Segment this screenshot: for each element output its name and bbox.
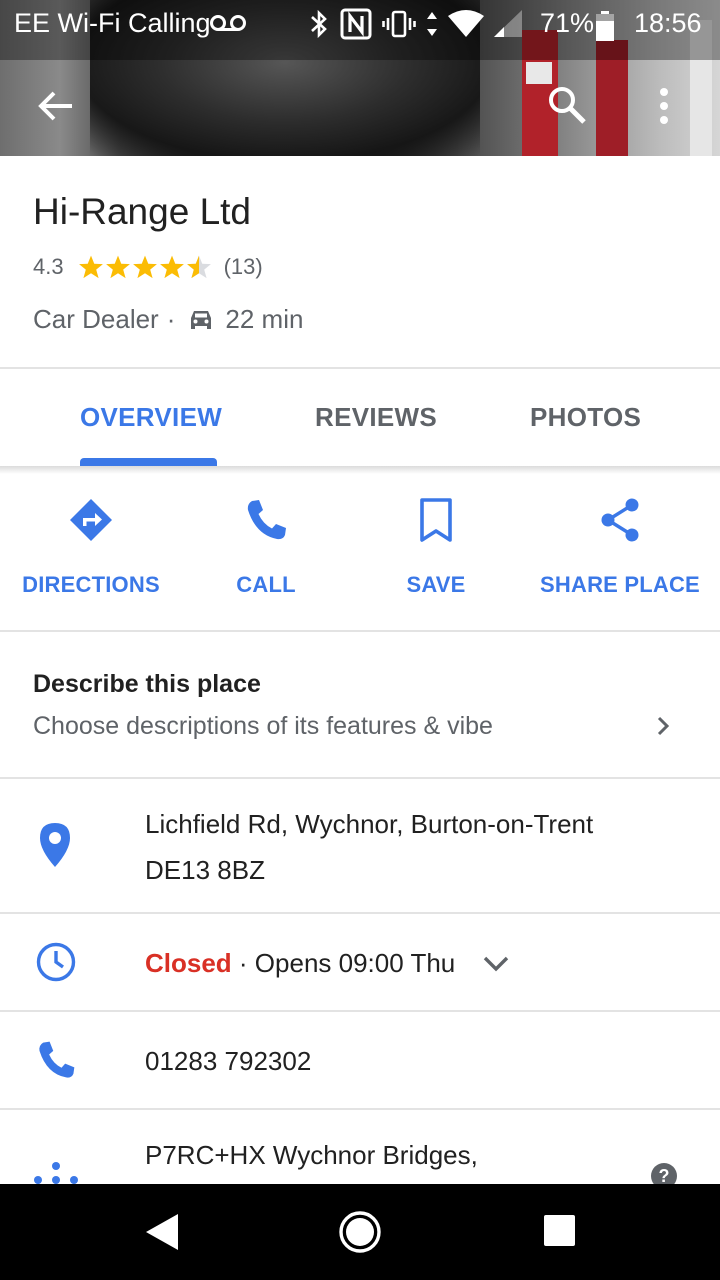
star-rating — [78, 254, 212, 280]
save-label: SAVE — [406, 572, 466, 597]
battery-icon — [596, 11, 614, 41]
drive-time: 22 min — [225, 304, 304, 334]
share-icon — [601, 498, 639, 542]
clock-icon — [36, 942, 76, 982]
wifi-icon — [448, 10, 484, 37]
more-options-icon[interactable] — [652, 86, 676, 126]
nfc-icon — [340, 8, 372, 40]
divider — [0, 367, 720, 369]
hours-status: Closed — [145, 948, 232, 978]
photo-lift-sign — [526, 62, 552, 84]
carrier-label: EE Wi-Fi Calling — [14, 8, 211, 38]
tab-reviews[interactable]: REVIEWS — [315, 402, 437, 433]
rating-value: 4.3 — [33, 254, 64, 279]
star-half-icon — [186, 255, 211, 279]
place-name: Hi-Range Ltd — [33, 191, 252, 232]
category-row: Car Dealer · 22 min — [33, 304, 303, 335]
bookmark-icon — [420, 498, 452, 542]
phone-row[interactable]: 01283 792302 — [0, 1012, 720, 1108]
battery-percent: 71% — [540, 8, 595, 38]
search-icon[interactable] — [546, 84, 588, 126]
data-arrows-icon — [427, 12, 437, 36]
star-icon — [105, 255, 130, 279]
phone-icon — [247, 500, 286, 540]
save-button[interactable]: SAVE — [386, 496, 486, 606]
describe-place-card[interactable]: Describe this place Choose descriptions … — [0, 632, 720, 778]
directions-icon — [70, 499, 112, 541]
chevron-right-icon — [657, 716, 670, 736]
chevron-down-icon[interactable] — [482, 954, 510, 974]
location-pin-icon — [40, 823, 70, 867]
system-nav-bar — [0, 1184, 720, 1280]
call-button[interactable]: CALL — [216, 496, 316, 606]
plus-code-address: P7RC+HX Wychnor Bridges, — [145, 1140, 478, 1170]
plus-code-icon — [34, 1162, 78, 1184]
nav-back-icon[interactable] — [142, 1212, 182, 1252]
back-arrow-icon[interactable] — [36, 86, 76, 126]
separator: · — [166, 304, 176, 334]
tab-bar: OVERVIEW REVIEWS PHOTOS — [0, 370, 720, 466]
plus-code-row[interactable]: P7RC+HX Wychnor Bridges, ? — [0, 1110, 720, 1184]
describe-subtext: Choose descriptions of its features & vi… — [33, 712, 493, 740]
bluetooth-icon — [311, 9, 327, 39]
share-place-label: SHARE PLACE — [540, 572, 700, 597]
signal-icon — [494, 10, 522, 37]
tab-bar-shadow — [0, 466, 720, 474]
car-icon — [191, 310, 212, 329]
review-count: (13) — [223, 254, 263, 279]
rating-row[interactable]: 4.3 (13) — [33, 254, 263, 280]
call-label: CALL — [236, 572, 296, 597]
phone-number: 01283 792302 — [145, 1046, 312, 1076]
phone-icon — [39, 1041, 75, 1078]
vibrate-icon — [382, 10, 416, 38]
svg-text:?: ? — [659, 1166, 670, 1184]
tab-photos[interactable]: PHOTOS — [530, 402, 641, 433]
star-icon — [159, 255, 184, 279]
share-place-button[interactable]: SHARE PLACE — [536, 496, 704, 606]
hours-row[interactable]: Closed · Opens 09:00 Thu — [0, 914, 720, 1010]
nav-recents-icon[interactable] — [543, 1214, 576, 1247]
active-tab-indicator — [80, 458, 217, 466]
star-icon — [132, 255, 157, 279]
describe-heading: Describe this place — [33, 670, 261, 698]
hours-detail: · Opens 09:00 Thu — [238, 948, 456, 978]
help-icon[interactable]: ? — [650, 1162, 678, 1184]
clock: 18:56 — [634, 8, 702, 38]
address-line-1: Lichfield Rd, Wychnor, Burton-on-Trent — [145, 809, 594, 839]
address-line-2: DE13 8BZ — [145, 855, 265, 885]
nav-home-icon[interactable] — [338, 1210, 382, 1254]
voicemail-icon — [210, 15, 246, 31]
place-category: Car Dealer — [33, 304, 159, 334]
address-row[interactable]: Lichfield Rd, Wychnor, Burton-on-Trent D… — [0, 779, 720, 912]
directions-button[interactable]: DIRECTIONS — [21, 496, 161, 606]
directions-label: DIRECTIONS — [22, 572, 160, 597]
status-bar: EE Wi-Fi Calling 71% 18:56 — [0, 0, 720, 50]
star-icon — [78, 255, 103, 279]
tab-overview[interactable]: OVERVIEW — [80, 402, 222, 433]
